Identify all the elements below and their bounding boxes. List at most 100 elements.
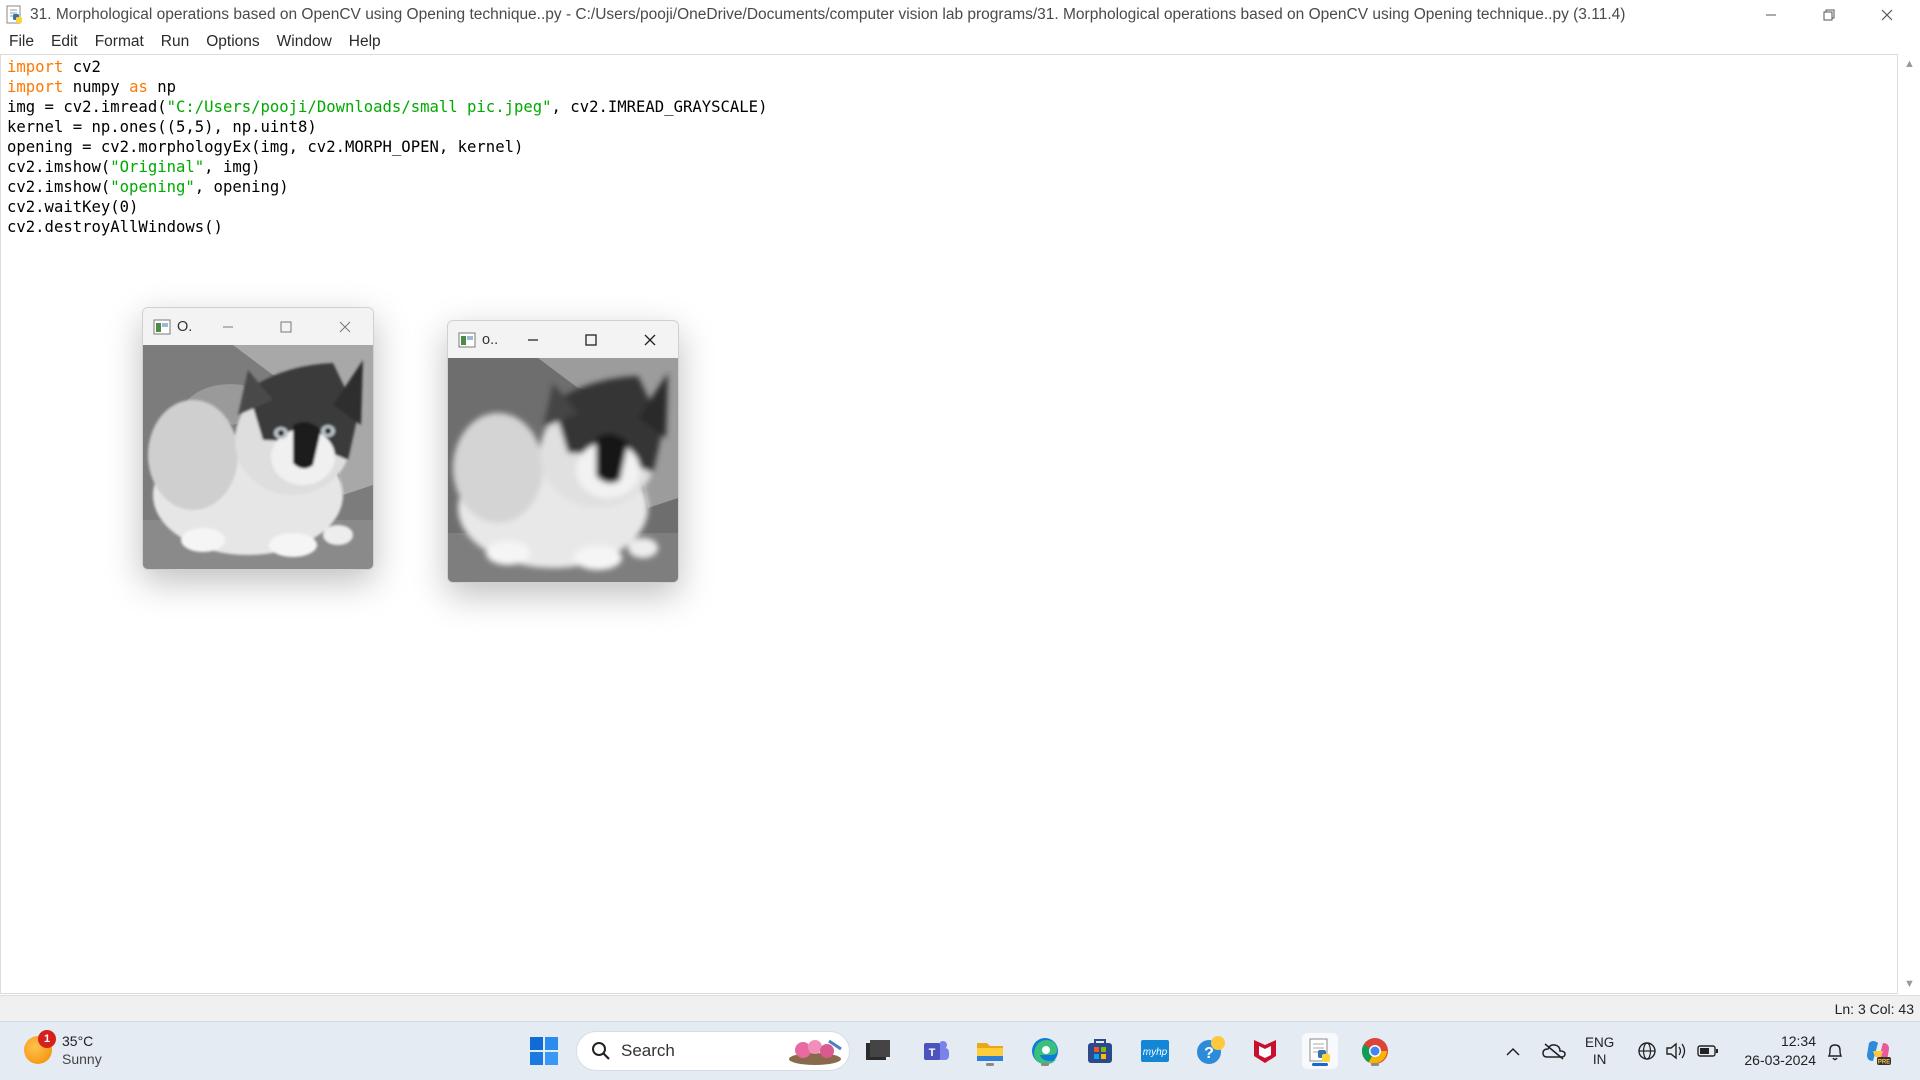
teams-icon: T	[924, 1041, 949, 1060]
code-line: kernel = np.ones((5,5), np.uint8)	[7, 118, 317, 136]
running-indicator	[986, 1063, 994, 1066]
close-icon	[644, 334, 656, 345]
cv-maximize-button[interactable]	[571, 321, 611, 358]
menu-window[interactable]: Window	[277, 33, 332, 51]
menu-edit[interactable]: Edit	[51, 33, 78, 51]
menu-help[interactable]: Help	[349, 33, 381, 51]
close-button[interactable]	[1858, 0, 1916, 29]
copilot-button[interactable]: PRE	[1862, 1036, 1894, 1068]
sun-icon: 1	[24, 1030, 56, 1064]
battery-icon	[1697, 1045, 1718, 1057]
cv-window-original[interactable]: O.	[142, 307, 374, 570]
cursor-position: Ln: 3 Col: 43	[1834, 1001, 1914, 1017]
minimize-button[interactable]	[1742, 0, 1800, 29]
restore-button[interactable]	[1800, 0, 1858, 29]
chrome-icon	[1361, 1038, 1388, 1064]
taskbar: 1 35°C Sunny Search T myhp ? ENG IN 12:3…	[0, 1021, 1920, 1080]
running-indicator	[1371, 1063, 1379, 1066]
cv-minimize-button[interactable]	[208, 308, 248, 345]
scroll-down-icon[interactable]: ▼	[1904, 978, 1915, 990]
taskbar-terminal[interactable]	[860, 1033, 896, 1069]
taskbar-get-help[interactable]: ?	[1192, 1033, 1228, 1069]
cv-close-button[interactable]	[325, 308, 365, 345]
minimize-icon	[528, 338, 538, 341]
taskbar-search-box[interactable]: Search	[576, 1031, 850, 1071]
taskbar-clock[interactable]: 12:34 26-03-2024	[1736, 1032, 1816, 1070]
copilot-icon: PRE	[1867, 1041, 1891, 1066]
svg-text:T: T	[929, 1047, 936, 1059]
windows-start-icon[interactable]	[528, 1035, 560, 1067]
taskbar-mcafee[interactable]	[1247, 1033, 1283, 1069]
store-icon	[1088, 1039, 1112, 1063]
taskbar-file-explorer[interactable]	[972, 1033, 1008, 1069]
search-icon	[592, 1042, 610, 1060]
show-hidden-icons-button[interactable]	[1502, 1041, 1524, 1063]
cv-maximize-button[interactable]	[266, 308, 306, 345]
taskbar-python-idle[interactable]	[1302, 1033, 1338, 1069]
svg-text:?: ?	[1204, 1045, 1214, 1062]
menu-bar: File Edit Format Run Options Window Help	[0, 30, 1920, 54]
volume-tray[interactable]	[1665, 1040, 1687, 1062]
speaker-icon	[1666, 1042, 1686, 1060]
edge-icon	[1032, 1038, 1058, 1065]
running-indicator	[1041, 1063, 1049, 1066]
svg-text:myhp: myhp	[1143, 1047, 1168, 1058]
cv-minimize-button[interactable]	[513, 321, 553, 358]
globe-icon	[1638, 1042, 1656, 1060]
weather-condition: Sunny	[62, 1051, 102, 1067]
search-highlight-icon	[789, 1039, 842, 1065]
original-cat-image	[143, 345, 373, 569]
network-tray[interactable]	[1636, 1040, 1658, 1062]
taskbar-teams[interactable]: T	[918, 1033, 954, 1069]
clock-date: 26-03-2024	[1744, 1052, 1816, 1068]
help-icon: ?	[1197, 1036, 1225, 1064]
cv-window-title: o..	[482, 331, 499, 348]
battery-tray[interactable]	[1696, 1040, 1720, 1062]
region-code: IN	[1592, 1052, 1607, 1067]
cv-window-titlebar[interactable]: o..	[448, 321, 678, 358]
weather-widget[interactable]: 1 35°C Sunny	[24, 1030, 102, 1068]
window-titlebar: 31. Morphological operations based on Op…	[0, 0, 1920, 29]
file-explorer-folder-icon	[977, 1043, 1003, 1061]
opening-cat-image	[448, 358, 678, 582]
window-title: 31. Morphological operations based on Op…	[30, 5, 1626, 23]
opencv-window-icon	[458, 332, 476, 347]
weather-temperature: 35°C	[62, 1033, 94, 1049]
restore-icon	[1823, 9, 1835, 20]
code-line: cv2.imshow("Original", img)	[7, 158, 261, 176]
menu-format[interactable]: Format	[95, 33, 144, 51]
active-indicator	[1312, 1063, 1328, 1066]
code-line: cv2.waitKey(0)	[7, 198, 139, 216]
menu-run[interactable]: Run	[161, 33, 189, 51]
maximize-icon	[280, 321, 292, 332]
close-icon	[1881, 9, 1893, 20]
taskbar-store[interactable]	[1082, 1033, 1118, 1069]
cv-window-title: O.	[177, 318, 193, 335]
code-line: cv2.destroyAllWindows()	[7, 218, 223, 236]
taskbar-edge[interactable]	[1027, 1033, 1063, 1069]
onedrive-tray[interactable]	[1541, 1039, 1567, 1063]
code-text[interactable]: import cv2 import numpy as np img = cv2.im…	[7, 57, 767, 237]
myhp-icon: myhp	[1141, 1040, 1169, 1062]
taskbar-myhp[interactable]: myhp	[1137, 1033, 1173, 1069]
cv-close-button[interactable]	[630, 321, 670, 358]
menu-options[interactable]: Options	[206, 33, 259, 51]
cloud-offline-icon	[1542, 1043, 1566, 1060]
cv-window-opening[interactable]: o..	[447, 320, 679, 583]
taskbar-chrome[interactable]	[1357, 1033, 1393, 1069]
code-line: import cv2	[7, 58, 101, 76]
cv-window-titlebar[interactable]: O.	[143, 308, 373, 345]
bell-icon	[1827, 1044, 1843, 1061]
weather-alert-badge: 1	[38, 1030, 56, 1048]
vertical-scrollbar[interactable]: ▲ ▼	[1898, 54, 1920, 994]
menu-file[interactable]: File	[9, 33, 34, 51]
notifications-button[interactable]	[1824, 1040, 1846, 1064]
minimize-icon	[223, 326, 233, 327]
scroll-up-icon[interactable]: ▲	[1904, 58, 1915, 70]
mcafee-icon	[1254, 1040, 1276, 1063]
clock-time: 12:34	[1780, 1033, 1816, 1049]
python-idle-icon	[6, 5, 22, 23]
minimize-icon	[1766, 14, 1776, 15]
input-language-indicator[interactable]: ENG IN	[1585, 1034, 1614, 1068]
close-icon	[339, 321, 351, 332]
